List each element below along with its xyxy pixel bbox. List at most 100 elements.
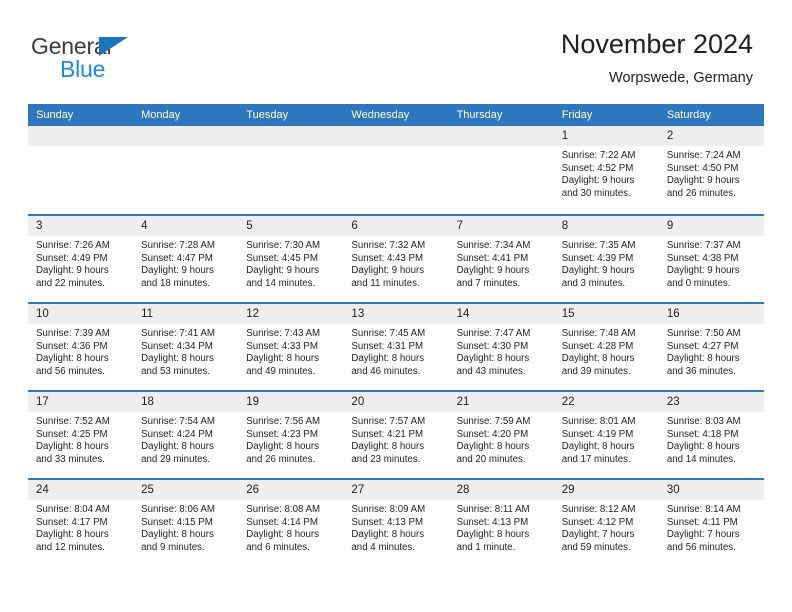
daylight-duration-line2: and 12 minutes.: [36, 541, 105, 553]
sunset-time: Sunset: 4:12 PM: [561, 516, 634, 528]
calendar-day-sun-info: Sunrise: 8:04 AM Sunset: 4:17 PM Daylight:…: [28, 500, 133, 554]
daylight-duration-line2: and 11 minutes.: [351, 277, 420, 289]
calendar-day-cell-empty: [343, 126, 449, 214]
calendar-day-sun-info: Sunrise: 7:45 AM Sunset: 4:31 PM Daylight:…: [343, 324, 448, 378]
calendar-day-cell[interactable]: 2 Sunrise: 7:24 AM Sunset: 4:50 PM Daylight…: [658, 126, 764, 214]
calendar-day-sun-info: Sunrise: 7:41 AM Sunset: 4:34 PM Daylight:…: [133, 324, 238, 378]
sunset-time: Sunset: 4:27 PM: [666, 340, 739, 352]
sunset-time: Sunset: 4:21 PM: [351, 428, 424, 440]
calendar-day-sun-info: Sunrise: 7:28 AM Sunset: 4:47 PM Daylight:…: [133, 236, 238, 290]
calendar-day-number: 15: [553, 304, 659, 324]
calendar-day-cell[interactable]: 30 Sunrise: 8:14 AM Sunset: 4:11 PM Dayligh…: [658, 480, 764, 566]
page-header: General Blue November 2024 Worpswede, Ge…: [0, 0, 792, 104]
sunset-time: Sunset: 4:34 PM: [141, 340, 213, 352]
brand-logo[interactable]: General Blue: [31, 33, 201, 85]
calendar-day-sun-info: Sunrise: 7:30 AM Sunset: 4:45 PM Daylight:…: [238, 236, 343, 290]
calendar-day-number: 3: [28, 216, 134, 236]
daylight-duration-line2: and 17 minutes.: [561, 453, 631, 465]
calendar-day-number: [448, 126, 554, 146]
calendar-day-sun-info: Sunrise: 7:35 AM Sunset: 4:39 PM Daylight:…: [554, 236, 659, 290]
daylight-duration-line1: Daylight: 9 hours: [351, 265, 425, 277]
daylight-duration-line1: Daylight: 8 hours: [456, 529, 530, 541]
sunset-time: Sunset: 4:49 PM: [36, 252, 108, 264]
calendar-day-cell[interactable]: 21 Sunrise: 7:59 AM Sunset: 4:20 PM Dayligh…: [448, 392, 554, 478]
daylight-duration-line2: and 4 minutes.: [351, 541, 415, 553]
calendar-day-cell[interactable]: 1 Sunrise: 7:22 AM Sunset: 4:52 PM Daylight…: [553, 126, 659, 214]
calendar-day-sun-info: Sunrise: 8:03 AM Sunset: 4:18 PM Daylight:…: [659, 412, 764, 466]
calendar-day-cell[interactable]: 13 Sunrise: 7:45 AM Sunset: 4:31 PM Dayligh…: [343, 304, 449, 390]
calendar-day-sun-info: Sunrise: 7:47 AM Sunset: 4:30 PM Daylight:…: [449, 324, 554, 378]
calendar-day-cell[interactable]: 23 Sunrise: 8:03 AM Sunset: 4:18 PM Dayligh…: [658, 392, 764, 478]
calendar-day-cell[interactable]: 22 Sunrise: 8:01 AM Sunset: 4:19 PM Dayligh…: [553, 392, 659, 478]
page-title: November 2024: [560, 29, 753, 59]
sunrise-time: Sunrise: 7:32 AM: [351, 240, 426, 251]
daylight-duration-line1: Daylight: 8 hours: [36, 529, 109, 541]
calendar-day-cell[interactable]: 28 Sunrise: 8:11 AM Sunset: 4:13 PM Dayligh…: [448, 480, 554, 566]
sunset-time: Sunset: 4:15 PM: [141, 516, 213, 528]
sunset-time: Sunset: 4:11 PM: [666, 516, 738, 528]
calendar-day-cell[interactable]: 14 Sunrise: 7:47 AM Sunset: 4:30 PM Dayligh…: [448, 304, 554, 390]
daylight-duration-line1: Daylight: 9 hours: [246, 265, 319, 277]
calendar-day-cell[interactable]: 24 Sunrise: 8:04 AM Sunset: 4:17 PM Dayligh…: [28, 480, 134, 566]
calendar-day-number: [238, 126, 344, 146]
calendar-day-cell-empty: [238, 126, 344, 214]
calendar-day-number: 22: [553, 392, 659, 412]
daylight-duration-line1: Daylight: 8 hours: [246, 529, 319, 541]
sunrise-time: Sunrise: 7:22 AM: [561, 150, 636, 161]
calendar-day-sun-info: Sunrise: 8:09 AM Sunset: 4:13 PM Daylight:…: [343, 500, 448, 554]
calendar-day-number: 23: [658, 392, 764, 412]
calendar-day-cell[interactable]: 15 Sunrise: 7:48 AM Sunset: 4:28 PM Dayligh…: [553, 304, 659, 390]
daylight-duration-line1: Daylight: 8 hours: [36, 353, 109, 365]
daylight-duration-line1: Daylight: 9 hours: [36, 265, 109, 277]
calendar-day-cell[interactable]: 5 Sunrise: 7:30 AM Sunset: 4:45 PM Daylight…: [238, 216, 344, 302]
daylight-duration-line1: Daylight: 8 hours: [246, 353, 319, 365]
calendar-day-number: 16: [658, 304, 764, 324]
daylight-duration-line1: Daylight: 8 hours: [141, 441, 214, 453]
calendar-day-cell[interactable]: 4 Sunrise: 7:28 AM Sunset: 4:47 PM Daylight…: [133, 216, 239, 302]
sunrise-time: Sunrise: 8:01 AM: [561, 416, 636, 427]
calendar-day-number: [343, 126, 449, 146]
daylight-duration-line1: Daylight: 8 hours: [456, 441, 530, 453]
calendar-day-cell[interactable]: 16 Sunrise: 7:50 AM Sunset: 4:27 PM Dayligh…: [658, 304, 764, 390]
calendar-day-cell[interactable]: 12 Sunrise: 7:43 AM Sunset: 4:33 PM Dayligh…: [238, 304, 344, 390]
calendar-day-cell[interactable]: 17 Sunrise: 7:52 AM Sunset: 4:25 PM Dayligh…: [28, 392, 134, 478]
calendar-day-cell[interactable]: 27 Sunrise: 8:09 AM Sunset: 4:13 PM Dayligh…: [343, 480, 449, 566]
brand-name-blue: Blue: [60, 56, 106, 82]
calendar-day-cell[interactable]: 3 Sunrise: 7:26 AM Sunset: 4:49 PM Daylight…: [28, 216, 134, 302]
sunrise-time: Sunrise: 7:34 AM: [456, 240, 531, 251]
calendar-day-cell[interactable]: 26 Sunrise: 8:08 AM Sunset: 4:14 PM Dayligh…: [238, 480, 344, 566]
calendar-day-cell[interactable]: 11 Sunrise: 7:41 AM Sunset: 4:34 PM Dayligh…: [133, 304, 239, 390]
brand-logo-line1: General: [31, 33, 201, 59]
calendar-page: General Blue November 2024 Worpswede, Ge…: [0, 0, 792, 612]
calendar-day-number: 21: [448, 392, 554, 412]
calendar-day-number: 4: [133, 216, 239, 236]
daylight-duration-line2: and 1 minute.: [456, 541, 516, 553]
sunrise-time: Sunrise: 8:04 AM: [36, 504, 110, 515]
calendar-day-cell[interactable]: 9 Sunrise: 7:37 AM Sunset: 4:38 PM Daylight…: [658, 216, 764, 302]
sunrise-time: Sunrise: 8:06 AM: [141, 504, 215, 515]
daylight-duration-line2: and 43 minutes.: [456, 365, 526, 377]
calendar-day-cell[interactable]: 29 Sunrise: 8:12 AM Sunset: 4:12 PM Dayligh…: [553, 480, 659, 566]
calendar-day-number: 28: [448, 480, 554, 500]
sunrise-time: Sunrise: 7:28 AM: [141, 240, 215, 251]
calendar-day-number: 9: [658, 216, 764, 236]
sunrise-time: Sunrise: 8:08 AM: [246, 504, 321, 515]
daylight-duration-line1: Daylight: 9 hours: [666, 265, 740, 277]
calendar-day-sun-info: Sunrise: 7:50 AM Sunset: 4:27 PM Daylight:…: [659, 324, 764, 378]
calendar-day-cell[interactable]: 7 Sunrise: 7:34 AM Sunset: 4:41 PM Daylight…: [448, 216, 554, 302]
sunset-time: Sunset: 4:13 PM: [456, 516, 529, 528]
calendar-day-sun-info: Sunrise: 7:54 AM Sunset: 4:24 PM Daylight:…: [133, 412, 238, 466]
daylight-duration-line1: Daylight: 8 hours: [666, 353, 740, 365]
calendar-day-cell[interactable]: 25 Sunrise: 8:06 AM Sunset: 4:15 PM Dayligh…: [133, 480, 239, 566]
calendar-day-number: 2: [658, 126, 764, 146]
sunset-time: Sunset: 4:24 PM: [141, 428, 213, 440]
calendar-day-cell[interactable]: 20 Sunrise: 7:57 AM Sunset: 4:21 PM Dayligh…: [343, 392, 449, 478]
calendar-day-cell[interactable]: 18 Sunrise: 7:54 AM Sunset: 4:24 PM Dayligh…: [133, 392, 239, 478]
calendar-week-row: 17 Sunrise: 7:52 AM Sunset: 4:25 PM Dayligh…: [28, 390, 764, 478]
sunrise-time: Sunrise: 8:12 AM: [561, 504, 636, 515]
calendar-day-cell[interactable]: 10 Sunrise: 7:39 AM Sunset: 4:36 PM Dayligh…: [28, 304, 134, 390]
calendar-day-cell[interactable]: 19 Sunrise: 7:56 AM Sunset: 4:23 PM Dayligh…: [238, 392, 344, 478]
calendar-day-cell[interactable]: 6 Sunrise: 7:32 AM Sunset: 4:43 PM Daylight…: [343, 216, 449, 302]
calendar-day-cell[interactable]: 8 Sunrise: 7:35 AM Sunset: 4:39 PM Daylight…: [553, 216, 659, 302]
sunset-time: Sunset: 4:33 PM: [246, 340, 318, 352]
